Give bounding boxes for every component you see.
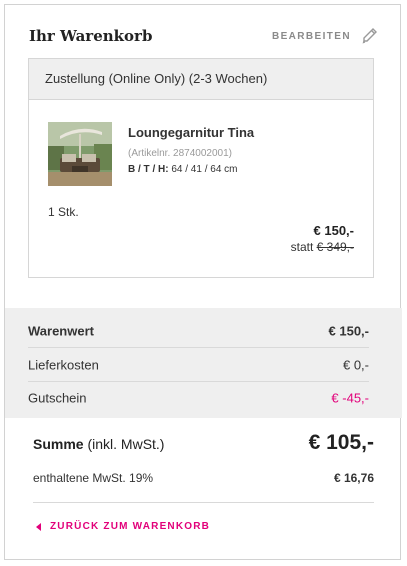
product-name[interactable]: Loungegarnitur Tina (128, 125, 254, 140)
delivery-cost-amount: € 0,- (342, 357, 369, 372)
delivery-heading: Zustellung (Online Only) (2-3 Wochen) (29, 59, 373, 100)
summary-row-delivery-cost: Lieferkosten € 0,- (28, 348, 369, 381)
dimensions-label: B / T / H: (128, 164, 169, 175)
cart-header: Ihr Warenkorb BEARBEITEN (29, 27, 379, 49)
voucher-amount: € -45,- (331, 390, 369, 405)
original-price: statt € 349,- (291, 240, 354, 254)
total-amount: € 105,- (308, 431, 374, 454)
tax-amount: € 16,76 (333, 471, 374, 485)
tax-label: enthaltene MwSt. 19% (33, 471, 154, 485)
edit-button[interactable]: BEARBEITEN (272, 27, 379, 45)
back-to-cart-label: ZURÜCK ZUM WARENKORB (50, 521, 211, 532)
summary-row-goods-value: Warenwert € 150,- (28, 314, 369, 347)
summary-row-voucher: Gutschein € -45,- (28, 381, 369, 414)
product-image[interactable] (48, 122, 112, 186)
product-dimensions: B / T / H: 64 / 41 / 64 cm (128, 164, 238, 175)
total-label-main: Summe (33, 436, 84, 452)
delivery-cost-label: Lieferkosten (28, 357, 99, 372)
pencil-icon (362, 28, 377, 44)
goods-value-label: Warenwert (28, 323, 94, 338)
delivery-box: Zustellung (Online Only) (2-3 Wochen) Lo… (28, 58, 374, 278)
footer-divider (33, 502, 374, 503)
total-label-suffix: (inkl. MwSt.) (87, 436, 165, 452)
edit-label: BEARBEITEN (271, 30, 351, 42)
cart-title: Ihr Warenkorb (29, 27, 153, 45)
original-price-value: € 349,- (316, 240, 354, 254)
goods-value-amount: € 150,- (328, 323, 369, 338)
item-price: € 150,- (313, 223, 354, 238)
original-price-prefix: statt (290, 240, 314, 254)
back-to-cart-link[interactable]: ZURÜCK ZUM WARENKORB (36, 521, 210, 532)
item-quantity: 1 Stk. (48, 205, 79, 219)
total-label: Summe (inkl. MwSt.) (33, 436, 164, 452)
product-photo (48, 122, 112, 186)
back-arrow-icon (36, 522, 41, 531)
voucher-label: Gutschein (28, 390, 87, 405)
article-number: (Artikelnr. 2874002001) (128, 148, 232, 159)
dimensions-value: 64 / 41 / 64 cm (171, 164, 238, 175)
